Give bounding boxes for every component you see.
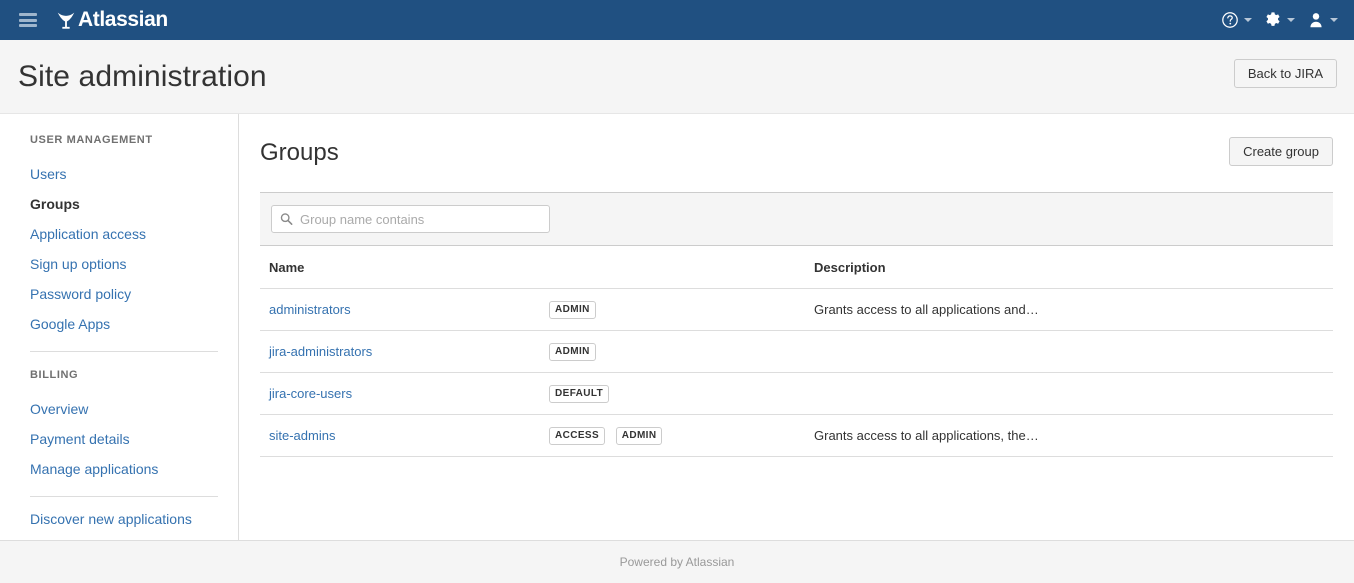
page-header: Site administration Back to JIRA [0,40,1354,114]
back-to-jira-button[interactable]: Back to JIRA [1234,59,1337,88]
group-badges-cell: ADMIN [540,289,805,331]
status-badge: ADMIN [549,301,596,319]
footer-text: Powered by Atlassian [620,555,735,569]
status-badge: DEFAULT [549,385,609,403]
table-row: site-admins ACCESS ADMIN Grants access t… [260,415,1333,457]
group-name-cell: jira-core-users [260,373,540,415]
person-icon [1307,11,1325,29]
sidebar-item-sign-up-options[interactable]: Sign up options [30,249,208,279]
help-icon [1221,11,1239,29]
group-description-cell: Grants access to all applications and… [805,289,1333,331]
table-row: jira-core-users DEFAULT [260,373,1333,415]
table-row: administrators ADMIN Grants access to al… [260,289,1333,331]
sidebar-section-user-management: USER MANAGEMENT Users Groups Application… [0,134,238,339]
sidebar-item-password-policy[interactable]: Password policy [30,279,208,309]
content-header: Groups Create group [260,114,1333,192]
status-badge: ADMIN [549,343,596,361]
column-header-badges [540,246,805,289]
group-description-cell [805,373,1333,415]
gear-icon [1264,11,1282,29]
sidebar-item-groups[interactable]: Groups [30,189,208,219]
sidebar-item-payment-details[interactable]: Payment details [30,424,208,454]
settings-menu-button[interactable] [1258,0,1301,40]
chevron-down-icon [1244,18,1252,22]
page-title: Site administration [18,60,267,94]
sidebar: USER MANAGEMENT Users Groups Application… [0,114,239,540]
brand-text: Atlassian [78,8,168,32]
sidebar-section-billing: BILLING Overview Payment details Manage … [0,369,238,484]
sidebar-heading-user-management: USER MANAGEMENT [30,134,208,146]
group-description-cell: Grants access to all applications, the… [805,415,1333,457]
atlassian-logo[interactable]: Atlassian [55,0,168,40]
profile-menu-button[interactable] [1301,0,1344,40]
group-badges-cell: ACCESS ADMIN [540,415,805,457]
sidebar-section-discover: Discover new applications [0,497,238,534]
sidebar-item-users[interactable]: Users [30,159,208,189]
group-link-jira-core-users[interactable]: jira-core-users [269,386,352,401]
search-input[interactable] [271,205,550,233]
group-description-cell [805,331,1333,373]
table-header-row: Name Description [260,246,1333,289]
groups-table: Name Description administrators ADMIN Gr… [260,246,1333,457]
atlassian-mark-icon [55,9,77,31]
status-badge: ADMIN [616,427,663,445]
sidebar-item-google-apps[interactable]: Google Apps [30,309,208,339]
status-badge: ACCESS [549,427,605,445]
chevron-down-icon [1287,18,1295,22]
group-badges-cell: ADMIN [540,331,805,373]
top-navigation-bar: Atlassian [0,0,1354,40]
sidebar-item-manage-applications[interactable]: Manage applications [30,454,208,484]
page-body: USER MANAGEMENT Users Groups Application… [0,114,1354,541]
column-header-name: Name [260,246,540,289]
sidebar-item-application-access[interactable]: Application access [30,219,208,249]
help-menu-button[interactable] [1215,0,1258,40]
table-row: jira-administrators ADMIN [260,331,1333,373]
main-content: Groups Create group Name Description [239,114,1354,540]
sidebar-divider-1 [30,351,218,352]
hamburger-icon[interactable] [19,13,37,27]
column-header-description: Description [805,246,1333,289]
sidebar-item-overview[interactable]: Overview [30,394,208,424]
groups-table-body: administrators ADMIN Grants access to al… [260,289,1333,457]
group-name-cell: site-admins [260,415,540,457]
chevron-down-icon [1330,18,1338,22]
page-footer: Powered by Atlassian [0,541,1354,582]
group-name-cell: administrators [260,289,540,331]
top-nav-actions [1215,0,1344,40]
group-link-jira-administrators[interactable]: jira-administrators [269,344,372,359]
group-name-cell: jira-administrators [260,331,540,373]
search-field-wrapper [271,205,550,233]
sidebar-heading-billing: BILLING [30,369,208,381]
group-badges-cell: DEFAULT [540,373,805,415]
search-panel [260,192,1333,246]
content-title: Groups [260,139,339,167]
group-link-administrators[interactable]: administrators [269,302,351,317]
groups-table-head: Name Description [260,246,1333,289]
sidebar-item-discover-new-applications[interactable]: Discover new applications [30,497,208,534]
create-group-button[interactable]: Create group [1229,137,1333,166]
group-link-site-admins[interactable]: site-admins [269,428,335,443]
